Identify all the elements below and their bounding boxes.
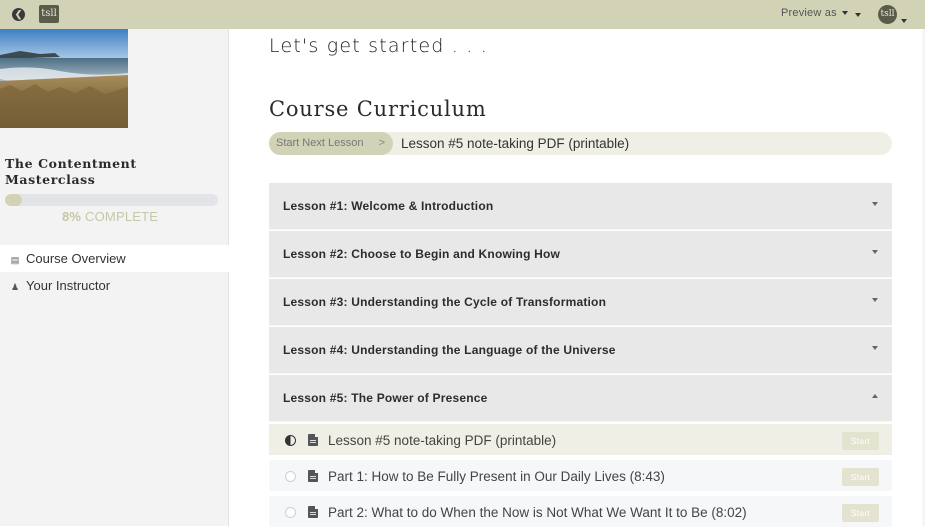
preview-as-dropdown[interactable]: Preview as <box>781 7 848 19</box>
start-next-bar: Start Next Lesson > Lesson #5 note-takin… <box>269 132 892 155</box>
sidebar-item-course-overview[interactable]: ▤ Course Overview <box>0 245 229 272</box>
start-button[interactable]: Start <box>842 432 879 450</box>
curriculum-heading: Course Curriculum <box>269 97 487 121</box>
section-title: Lesson #4: Understanding the Language of… <box>283 343 616 357</box>
section-header-lesson-5[interactable]: Lesson #5: The Power of Presence <box>269 375 892 422</box>
sidebar-item-label: Your Instructor <box>26 278 111 293</box>
chevron-down-icon <box>872 250 878 254</box>
section-title: Lesson #1: Welcome & Introduction <box>283 199 494 213</box>
start-next-lesson-button[interactable]: Start Next Lesson > <box>269 132 393 155</box>
chevron-down-icon <box>872 202 878 206</box>
start-button[interactable]: Start <box>842 468 879 486</box>
sidebar-item-your-instructor[interactable]: ♟ Your Instructor <box>0 272 229 299</box>
section-title: Lesson #5: The Power of Presence <box>283 391 488 405</box>
sidebar-item-label: Course Overview <box>26 251 126 266</box>
section-header-lesson-4[interactable]: Lesson #4: Understanding the Language of… <box>269 327 892 374</box>
top-bar: ❮ tsll Preview as tsll <box>0 0 925 29</box>
incomplete-circle-icon <box>285 471 296 482</box>
chevron-down-icon <box>872 298 878 302</box>
section-header-lesson-2[interactable]: Lesson #2: Choose to Begin and Knowing H… <box>269 231 892 278</box>
preview-as-label: Preview as <box>781 7 837 19</box>
progress-complete-text: COMPLETE <box>85 209 159 224</box>
chevron-right-icon: > <box>378 137 385 149</box>
course-image <box>0 29 128 128</box>
chevron-up-icon <box>872 394 878 398</box>
document-icon <box>308 506 318 518</box>
start-next-label: Start Next Lesson <box>276 137 364 149</box>
lecture-item[interactable]: Part 1: How to Be Fully Present in Our D… <box>269 460 892 493</box>
chevron-down-icon <box>841 11 848 16</box>
avatar[interactable]: tsll <box>878 5 897 24</box>
chevron-down-icon[interactable] <box>855 13 861 17</box>
chevron-down-icon <box>872 346 878 350</box>
next-lesson-link[interactable]: Lesson #5 note-taking PDF (printable) <box>401 132 629 155</box>
course-title: The Contentment Masterclass <box>5 156 137 187</box>
sidebar: The Contentment Masterclass 8% COMPLETE … <box>0 29 229 526</box>
section-title: Lesson #2: Choose to Begin and Knowing H… <box>283 247 561 261</box>
incomplete-circle-icon <box>285 507 296 518</box>
lecture-title: Part 1: How to Be Fully Present in Our D… <box>328 469 665 484</box>
lecture-item[interactable]: Part 2: What to do When the Now is Not W… <box>269 496 892 529</box>
document-icon <box>308 434 318 446</box>
lecture-title: Lesson #5 note-taking PDF (printable) <box>328 433 557 448</box>
lecture-title: Part 2: What to do When the Now is Not W… <box>328 505 747 520</box>
document-icon <box>308 470 318 482</box>
main-content: Let's get started . . . Course Curriculu… <box>230 29 925 529</box>
start-button[interactable]: Start <box>842 504 879 522</box>
book-icon: ▤ <box>10 255 20 265</box>
lecture-item[interactable]: Lesson #5 note-taking PDF (printable) St… <box>269 424 892 457</box>
school-logo[interactable]: tsll <box>39 5 59 23</box>
half-complete-icon <box>285 435 296 446</box>
chevron-down-icon[interactable] <box>901 19 907 23</box>
section-header-lesson-3[interactable]: Lesson #3: Understanding the Cycle of Tr… <box>269 279 892 326</box>
welcome-heading: Let's get started . . . <box>269 35 488 57</box>
progress-bar <box>5 194 218 206</box>
section-title: Lesson #3: Understanding the Cycle of Tr… <box>283 295 607 309</box>
section-header-lesson-1[interactable]: Lesson #1: Welcome & Introduction <box>269 183 892 230</box>
back-arrow-icon[interactable]: ❮ <box>12 8 25 21</box>
progress-bar-fill <box>5 194 23 206</box>
progress-percent: 8% <box>62 209 82 224</box>
user-icon: ♟ <box>10 282 20 292</box>
progress-label: 8% COMPLETE <box>62 209 158 224</box>
